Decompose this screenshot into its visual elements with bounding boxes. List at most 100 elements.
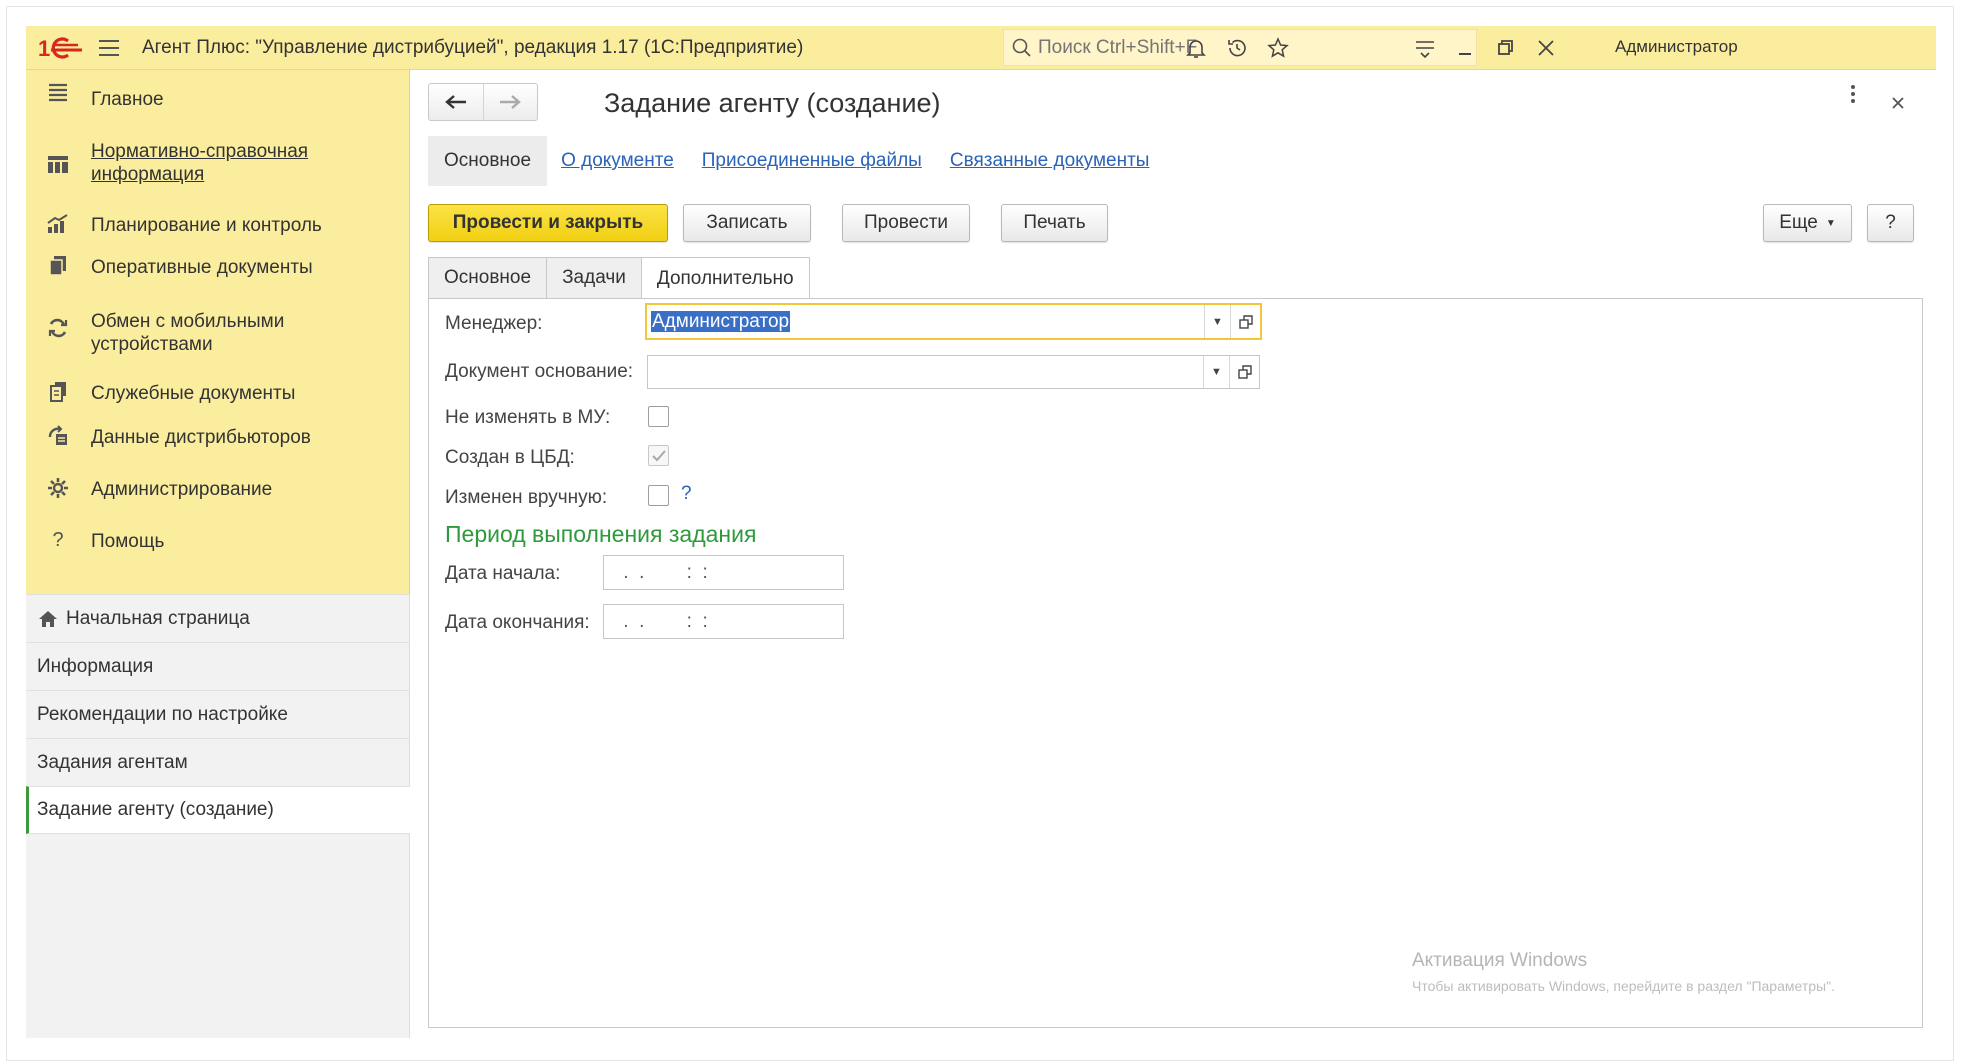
- 1c-logo-icon[interactable]: 1: [38, 35, 84, 61]
- windows-activation-title: Активация Windows: [1412, 950, 1588, 971]
- open-item-label: Информация: [37, 655, 154, 677]
- open-item-label: Задания агентам: [37, 751, 188, 773]
- bell-icon[interactable]: [1184, 36, 1208, 60]
- dropdown-arrow-icon[interactable]: ▼: [1204, 305, 1230, 338]
- sidebar-item-operational[interactable]: Оперативные документы: [26, 242, 410, 294]
- base-document-field[interactable]: ▼: [647, 355, 1260, 389]
- manager-field[interactable]: Администратор ▼: [645, 303, 1262, 340]
- sidebar-item-label: Данные дистрибьюторов: [91, 427, 311, 448]
- history-nav: [428, 83, 538, 121]
- tab-about-document[interactable]: О документе: [547, 136, 688, 186]
- user-name[interactable]: Администратор: [1615, 37, 1738, 57]
- document-form: Задание агенту (создание) Основное О док…: [410, 70, 1936, 1038]
- chevron-down-icon: ▼: [1825, 217, 1836, 229]
- start-date-input[interactable]: . . : :: [603, 555, 844, 590]
- post-button[interactable]: Провести: [842, 204, 970, 242]
- open-item-label: Рекомендации по настройке: [37, 703, 288, 725]
- end-date-label: Дата окончания:: [445, 612, 590, 633]
- checkmark-icon: [651, 449, 666, 461]
- forward-arrow-icon[interactable]: [482, 84, 538, 120]
- open-form-icon[interactable]: [1229, 356, 1259, 388]
- sidebar-item-label: Планирование и контроль: [91, 215, 322, 236]
- sidebar-item-label: Нормативно-справочная информация: [91, 141, 309, 185]
- tab-related-documents[interactable]: Связанные документы: [936, 136, 1164, 186]
- sidebar-item-main[interactable]: Главное: [26, 70, 410, 112]
- sidebar-item-administration[interactable]: Администрирование: [26, 462, 410, 514]
- sidebar-item-label: Помощь: [91, 531, 165, 552]
- tab-tasks[interactable]: Задачи: [546, 257, 642, 298]
- open-item-information[interactable]: Информация: [26, 642, 410, 690]
- form-tabs: Основное Задачи Дополнительно: [428, 257, 810, 299]
- section-tabs: Основное О документе Присоединенные файл…: [428, 136, 1163, 186]
- open-item-home[interactable]: Начальная страница: [26, 594, 410, 642]
- sidebar-item-reference[interactable]: Нормативно-справочная информация: [26, 138, 410, 200]
- history-icon[interactable]: [1225, 36, 1249, 60]
- dropdown-arrow-icon[interactable]: ▼: [1203, 356, 1229, 388]
- tab-main-section[interactable]: Основное: [428, 136, 548, 186]
- page-title: Задание агенту (создание): [604, 88, 941, 118]
- main-menu-icon[interactable]: [96, 35, 122, 61]
- back-arrow-icon[interactable]: [429, 84, 483, 120]
- tab-additional[interactable]: Дополнительно: [640, 257, 810, 299]
- changed-manually-label: Изменен вручную:: [445, 487, 608, 508]
- field-help-link[interactable]: ?: [681, 483, 692, 505]
- sidebar-item-planning[interactable]: Планирование и контроль: [26, 200, 410, 242]
- open-item-agent-tasks[interactable]: Задания агентам: [26, 738, 410, 786]
- sidebar-item-label: Обмен с мобильными устройствами: [91, 311, 285, 355]
- open-item-recommendations[interactable]: Рекомендации по настройке: [26, 690, 410, 738]
- close-icon[interactable]: [1534, 36, 1558, 60]
- more-button[interactable]: Еще ▼: [1763, 204, 1852, 242]
- created-cbd-label: Создан в ЦБД:: [445, 447, 575, 468]
- svg-text:1: 1: [38, 36, 50, 60]
- created-cbd-checkbox: [648, 445, 669, 466]
- catalog-icon: [46, 152, 70, 176]
- windows-activation-text: Чтобы активировать Windows, перейдите в …: [1412, 978, 1835, 994]
- tab-panel-additional: Менеджер: Администратор ▼ Документ основ…: [428, 298, 1923, 1028]
- restore-icon[interactable]: [1493, 36, 1517, 60]
- print-button[interactable]: Печать: [1001, 204, 1108, 242]
- star-icon[interactable]: [1266, 36, 1290, 60]
- sidebar-item-label: Администрирование: [91, 479, 273, 500]
- sidebar-item-service-docs[interactable]: Служебные документы: [26, 368, 410, 410]
- distributor-data-icon: [46, 424, 70, 448]
- app-title: Агент Плюс: "Управление дистрибуцией", р…: [142, 36, 804, 58]
- sidebar-item-label: Главное: [91, 89, 164, 110]
- open-item-label: Задание агенту (создание): [37, 799, 274, 820]
- close-form-icon[interactable]: [1891, 90, 1905, 116]
- sidebar-item-label: Служебные документы: [91, 383, 296, 404]
- end-date-input[interactable]: . . : :: [603, 604, 844, 639]
- start-date-label: Дата начала:: [445, 563, 561, 584]
- minimize-icon[interactable]: [1453, 36, 1477, 60]
- sidebar-item-distributors[interactable]: Данные дистрибьюторов: [26, 410, 410, 462]
- more-actions-icon[interactable]: [1850, 84, 1856, 110]
- help-button[interactable]: ?: [1867, 204, 1914, 242]
- period-group-title: Период выполнения задания: [445, 521, 757, 547]
- title-bar: 1 Агент Плюс: "Управление дистрибуцией",…: [26, 26, 1936, 70]
- search-icon: [1012, 38, 1031, 57]
- more-button-label: Еще: [1779, 212, 1818, 233]
- sidebar-item-mobile-exchange[interactable]: Обмен с мобильными устройствами: [26, 294, 410, 356]
- service-docs-icon: [46, 380, 70, 404]
- save-button[interactable]: Записать: [683, 204, 811, 242]
- no-change-mu-label: Не изменять в МУ:: [445, 407, 611, 428]
- open-form-icon[interactable]: [1230, 305, 1260, 338]
- changed-manually-checkbox[interactable]: [648, 485, 669, 506]
- base-document-label: Документ основание:: [445, 361, 634, 382]
- sidebar-item-help[interactable]: ? Помощь: [26, 514, 410, 566]
- manager-label: Менеджер:: [445, 313, 543, 334]
- hamburger-icon: [46, 80, 70, 104]
- documents-icon: [46, 254, 70, 278]
- tab-attached-files[interactable]: Присоединенные файлы: [688, 136, 936, 186]
- home-icon: [39, 610, 57, 627]
- open-windows-panel: Начальная страница Информация Рекомендац…: [26, 594, 410, 1038]
- open-item-agent-task-create[interactable]: Задание агенту (создание): [26, 786, 410, 834]
- open-item-label: Начальная страница: [66, 607, 250, 629]
- gear-icon: [46, 476, 70, 500]
- manager-value: Администратор: [651, 310, 791, 332]
- tab-basic[interactable]: Основное: [428, 257, 548, 298]
- no-change-mu-checkbox[interactable]: [648, 406, 669, 427]
- settings-menu-icon[interactable]: [1413, 36, 1437, 60]
- post-and-close-button[interactable]: Провести и закрыть: [428, 204, 668, 242]
- sidebar-item-label: Оперативные документы: [91, 257, 313, 278]
- chart-icon: [46, 212, 70, 236]
